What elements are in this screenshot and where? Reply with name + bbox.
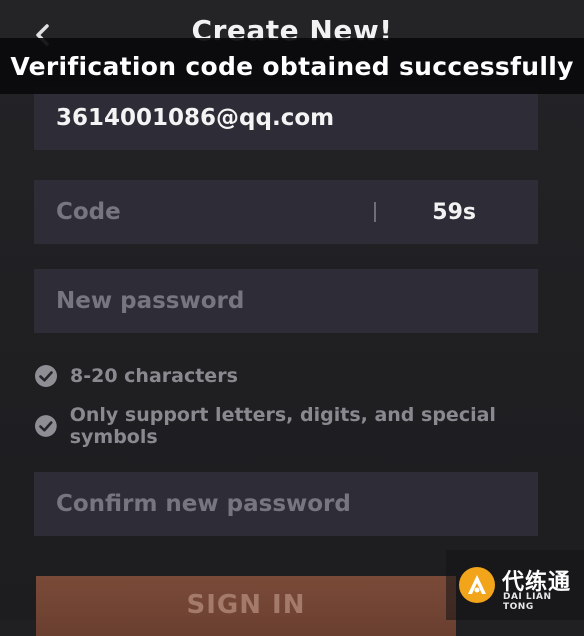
code-placeholder: Code (56, 199, 121, 225)
sign-in-button[interactable]: SIGN IN (36, 576, 456, 636)
confirm-password-input[interactable]: Confirm new password (34, 472, 538, 536)
watermark: 代练通 DAI LIAN TONG (446, 550, 584, 620)
watermark-en-text: DAI LIAN TONG (503, 592, 552, 612)
code-input[interactable]: Code 59s (34, 180, 538, 244)
new-password-input[interactable]: New password (34, 269, 538, 333)
confirm-password-placeholder: Confirm new password (56, 491, 351, 517)
new-password-placeholder: New password (56, 288, 245, 314)
reset-password-screen: Create New! 3614001086@qq.com Code 59s N… (0, 0, 584, 636)
rule-text: Only support letters, digits, and specia… (69, 404, 496, 448)
sign-in-label: SIGN IN (186, 590, 306, 620)
rule-text: 8-20 characters (70, 365, 238, 387)
code-divider (374, 202, 376, 222)
check-circle-icon (35, 365, 57, 387)
password-rule-length: 8-20 characters (34, 362, 238, 390)
resend-countdown: 59s (432, 199, 476, 225)
toast-notification: Verification code obtained successfully (0, 38, 584, 94)
toast-message: Verification code obtained successfully (10, 51, 574, 81)
email-field[interactable]: 3614001086@qq.com (34, 86, 538, 150)
check-circle-icon (34, 415, 57, 437)
daliantong-logo-icon (459, 567, 495, 603)
email-value: 3614001086@qq.com (56, 105, 335, 131)
password-rule-charset: Only support letters, digits, and specia… (34, 404, 584, 448)
